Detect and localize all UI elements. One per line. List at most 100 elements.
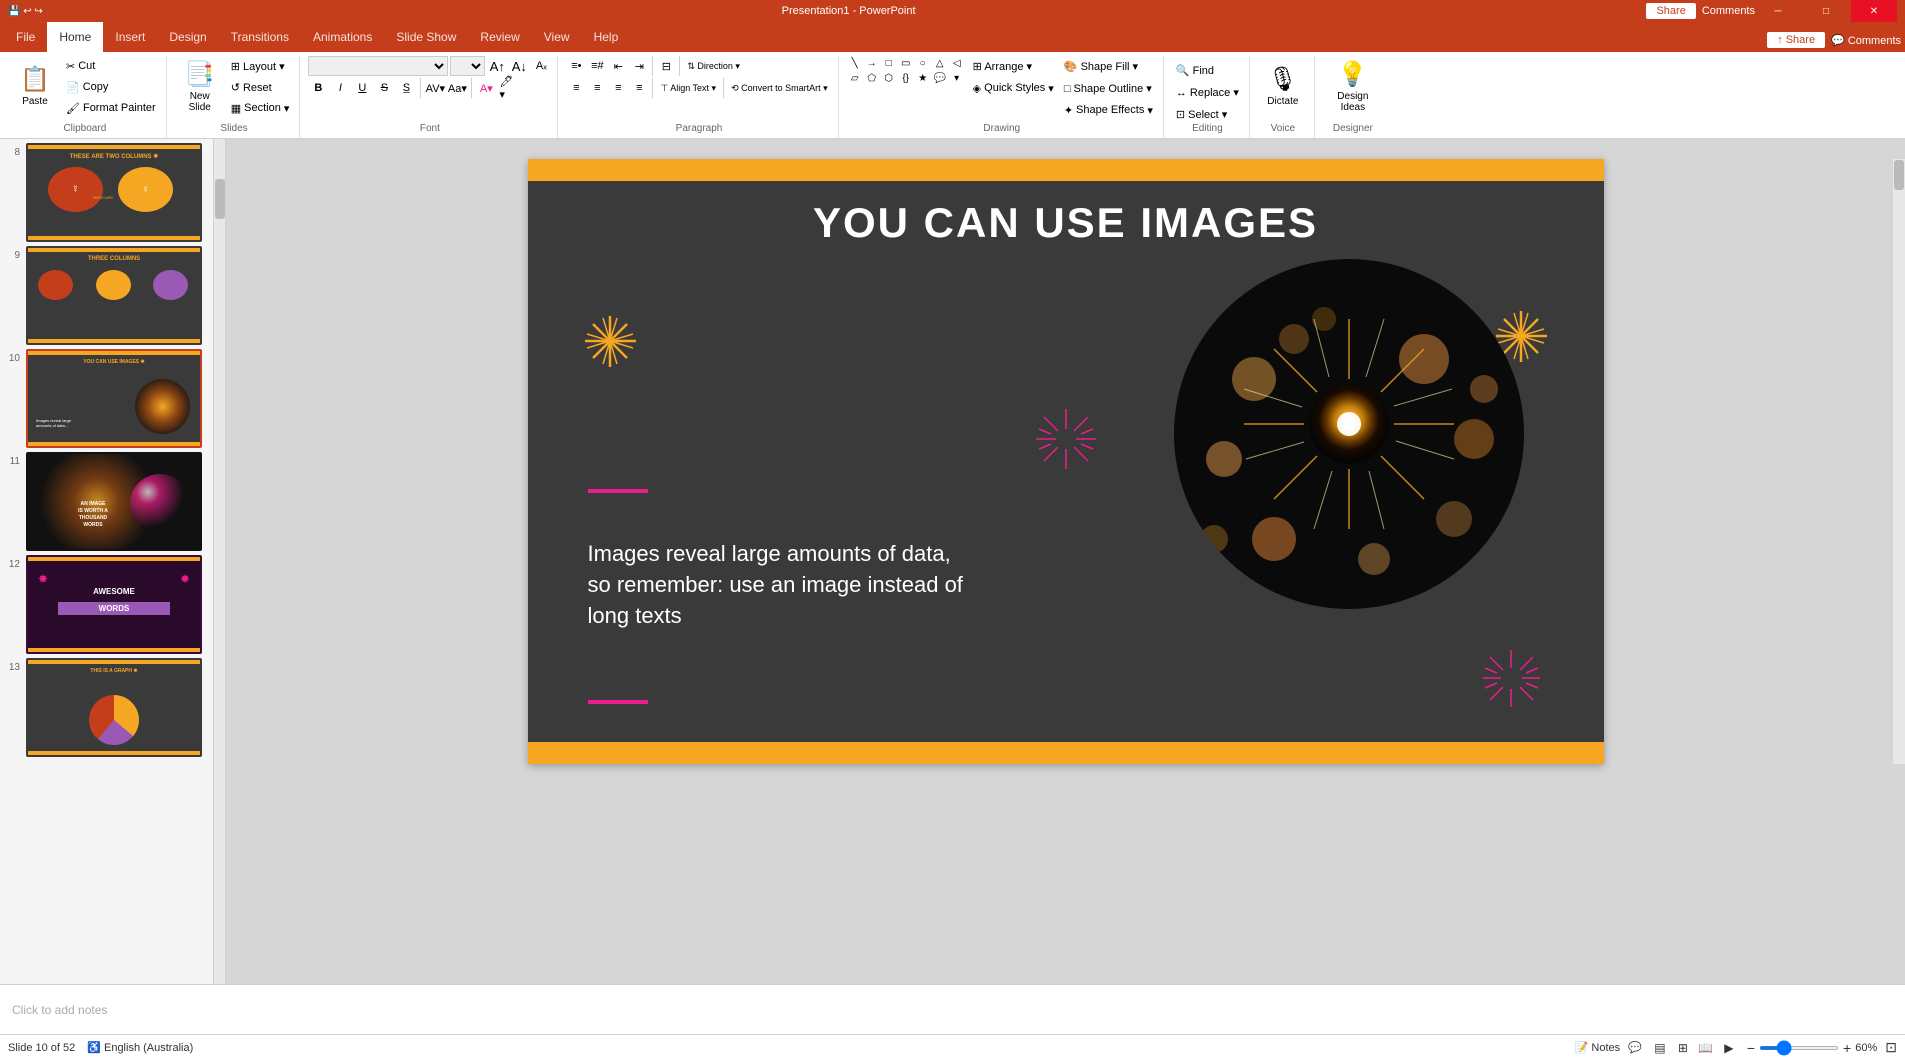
shape-callout[interactable]: 💬 <box>932 71 948 85</box>
layout-button[interactable]: ⊞ Layout ▾ <box>227 56 294 76</box>
shape-more[interactable]: ▾ <box>949 71 965 85</box>
section-button[interactable]: ▦ Section ▾ <box>227 98 294 118</box>
shape-rounded[interactable]: ▭ <box>898 56 914 70</box>
text-direction-button[interactable]: ⇅ Direction ▾ <box>683 56 744 76</box>
shape-rect[interactable]: □ <box>881 56 897 70</box>
tab-file[interactable]: File <box>4 22 47 52</box>
reset-button[interactable]: ↺ Reset <box>227 77 294 97</box>
notes-placeholder[interactable]: Click to add notes <box>12 1003 107 1017</box>
numbering-button[interactable]: ≡# <box>587 56 607 76</box>
notes-area[interactable]: Click to add notes <box>0 984 1905 1034</box>
slide-item-13[interactable]: 13 THIS IS A GRAPH ✸ <box>4 658 221 757</box>
comments-ribbon-button[interactable]: 💬 Comments <box>1831 34 1901 47</box>
increase-indent-button[interactable]: ⇥ <box>629 56 649 76</box>
tab-home[interactable]: Home <box>47 22 103 52</box>
slide-thumb-10[interactable]: YOU CAN USE IMAGES ✸ Images reveal large… <box>26 349 202 448</box>
highlight-button[interactable]: 🖊▾ <box>498 78 518 98</box>
bullets-button[interactable]: ≡• <box>566 56 586 76</box>
sparkler-image[interactable] <box>1174 259 1524 609</box>
close-button[interactable]: ✕ <box>1851 0 1897 22</box>
italic-button[interactable]: I <box>330 78 350 98</box>
minimize-button[interactable]: ─ <box>1755 0 1801 22</box>
shape-line[interactable]: ╲ <box>847 56 863 70</box>
slide-panel-scrollbar[interactable] <box>213 139 225 984</box>
tab-transitions[interactable]: Transitions <box>219 22 301 52</box>
increase-font-button[interactable]: A↑ <box>487 56 507 76</box>
share-button[interactable]: Share <box>1646 3 1695 19</box>
tab-animations[interactable]: Animations <box>301 22 384 52</box>
font-size-select[interactable] <box>450 56 485 76</box>
shape-arrow[interactable]: → <box>864 56 880 70</box>
cut-button[interactable]: ✂ Cut <box>62 56 160 76</box>
shape-oval[interactable]: ○ <box>915 56 931 70</box>
decrease-font-button[interactable]: A↓ <box>509 56 529 76</box>
align-text-button[interactable]: ⊤ Align Text ▾ <box>656 78 720 98</box>
smartart-button[interactable]: ⟲ Convert to SmartArt ▾ <box>727 78 832 98</box>
paste-button[interactable]: 📋 Paste <box>10 56 60 116</box>
underline-button[interactable]: U <box>352 78 372 98</box>
slide-thumb-12[interactable]: ✸ ✸ AWESOME WORDS <box>26 555 202 654</box>
shape-outline-button[interactable]: □ Shape Outline ▾ <box>1060 78 1157 98</box>
slide-thumb-9[interactable]: THREE COLUMNS <box>26 246 202 345</box>
slide-item-11[interactable]: 11 AN IMAGEIS WORTH ATHOUSANDWORDS <box>4 452 221 551</box>
shape-star[interactable]: ★ <box>915 71 931 85</box>
copy-button[interactable]: 📄 Copy <box>62 77 160 97</box>
slide-thumb-13[interactable]: THIS IS A GRAPH ✸ <box>26 658 202 757</box>
shape-fill-button[interactable]: 🎨 Shape Fill ▾ <box>1060 56 1157 76</box>
align-left-button[interactable]: ≡ <box>566 78 586 98</box>
slide-canvas[interactable]: YOU CAN USE IMAGES <box>528 159 1604 764</box>
tab-design[interactable]: Design <box>157 22 218 52</box>
slideshow-button[interactable]: ▶ <box>1719 1038 1739 1058</box>
slide-item-9[interactable]: 9 THREE COLUMNS <box>4 246 221 345</box>
bold-button[interactable]: B <box>308 78 328 98</box>
reading-view-button[interactable]: 📖 <box>1696 1038 1716 1058</box>
tab-review[interactable]: Review <box>468 22 531 52</box>
slide-item-8[interactable]: 8 THESE ARE TWO COLUMNS ✸ ☿ ♀ MERCURY VE… <box>4 143 221 242</box>
find-button[interactable]: 🔍 Find <box>1172 60 1218 80</box>
canvas-scrollbar-thumb[interactable] <box>1894 160 1904 190</box>
case-button[interactable]: Aa▾ <box>447 78 467 98</box>
zoom-in-button[interactable]: + <box>1843 1040 1851 1056</box>
replace-button[interactable]: ↔ Replace ▾ <box>1172 82 1243 102</box>
notes-button[interactable]: 📝 Notes <box>1575 1041 1620 1054</box>
align-right-button[interactable]: ≡ <box>608 78 628 98</box>
arrange-button[interactable]: ⊞ Arrange ▾ <box>969 56 1058 76</box>
shadow-button[interactable]: S̲ <box>396 78 416 98</box>
align-center-button[interactable]: ≡ <box>587 78 607 98</box>
maximize-button[interactable]: □ <box>1803 0 1849 22</box>
columns-button[interactable]: ⊟ <box>656 56 676 76</box>
canvas-scrollbar[interactable] <box>1893 159 1905 764</box>
shape-pentagon[interactable]: ⬠ <box>864 71 880 85</box>
comments-button[interactable]: Comments <box>1702 5 1755 17</box>
slide-title[interactable]: YOU CAN USE IMAGES <box>628 199 1504 247</box>
shape-hex[interactable]: ⬡ <box>881 71 897 85</box>
format-painter-button[interactable]: 🖌 Format Painter <box>62 98 160 118</box>
zoom-slider[interactable] <box>1759 1046 1839 1050</box>
shape-parallelogram[interactable]: ▱ <box>847 71 863 85</box>
share-ribbon-button[interactable]: ↑ Share <box>1767 32 1825 48</box>
new-slide-button[interactable]: 📑 NewSlide <box>175 56 225 116</box>
slide-sorter-button[interactable]: ⊞ <box>1673 1038 1693 1058</box>
design-ideas-button[interactable]: 💡 DesignIdeas <box>1323 56 1383 116</box>
normal-view-button[interactable]: ▤ <box>1650 1038 1670 1058</box>
font-name-select[interactable] <box>308 56 448 76</box>
tab-view[interactable]: View <box>532 22 582 52</box>
shape-brace[interactable]: {} <box>898 71 914 85</box>
tab-insert[interactable]: Insert <box>103 22 157 52</box>
slide-item-10[interactable]: 10 YOU CAN USE IMAGES ✸ Images reveal la… <box>4 349 221 448</box>
tab-help[interactable]: Help <box>582 22 631 52</box>
strikethrough-button[interactable]: S <box>374 78 394 98</box>
slide-body-text[interactable]: Images reveal large amounts of data, so … <box>588 539 968 631</box>
slide-thumb-8[interactable]: THESE ARE TWO COLUMNS ✸ ☿ ♀ MERCURY VENU… <box>26 143 202 242</box>
slide-thumb-11[interactable]: AN IMAGEIS WORTH ATHOUSANDWORDS <box>26 452 202 551</box>
shape-effects-button[interactable]: ✦ Shape Effects ▾ <box>1060 100 1157 120</box>
shape-right-tri[interactable]: ◁ <box>949 56 965 70</box>
slide-item-12[interactable]: 12 ✸ ✸ AWESOME WORDS <box>4 555 221 654</box>
select-button[interactable]: ⊡ Select ▾ <box>1172 104 1231 124</box>
shape-tri[interactable]: △ <box>932 56 948 70</box>
comments-status-button[interactable]: 💬 <box>1628 1041 1642 1054</box>
fit-slide-button[interactable]: ⊡ <box>1885 1039 1897 1056</box>
decrease-indent-button[interactable]: ⇤ <box>608 56 628 76</box>
tab-slideshow[interactable]: Slide Show <box>384 22 468 52</box>
justify-button[interactable]: ≡ <box>629 78 649 98</box>
